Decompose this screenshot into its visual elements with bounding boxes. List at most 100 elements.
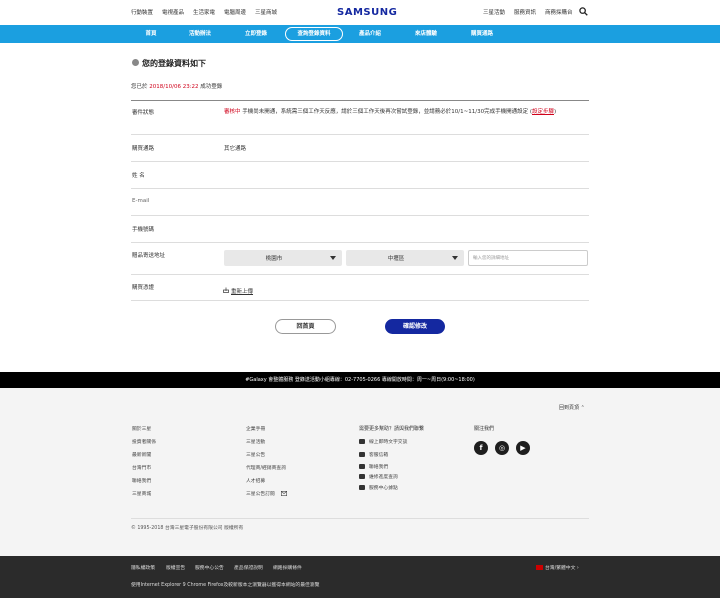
divider (131, 161, 589, 162)
top-link-tv[interactable]: 電視產品 (162, 8, 184, 16)
status-badge: 審核中 (224, 109, 241, 115)
page-title: 您的登錄資料如下 (142, 59, 206, 68)
divider (131, 518, 589, 519)
browser-note: 使用Internet Explorer 9 Chrome Firefox及較新版… (131, 583, 320, 588)
city-select[interactable]: 桃園市 (224, 250, 342, 266)
search-icon[interactable] (579, 7, 588, 16)
divider (131, 300, 589, 301)
phone-icon (359, 464, 365, 469)
help-link-centers[interactable]: 服務中心據點 (369, 484, 398, 491)
back-to-top-label: 回到頁頂 (559, 405, 580, 411)
district-select-value: 中壢區 (387, 256, 405, 262)
bottom-bar: 隱私權政策 版權宣告 服務中心公告 產品保證說明 網路採購條件 使用Intern… (0, 556, 720, 598)
chevron-down-icon (452, 256, 458, 260)
help-link-contact[interactable]: 聯絡我們 (369, 463, 388, 470)
divider (131, 242, 589, 243)
footer-link[interactable]: 關於三星 (132, 425, 151, 432)
help-link-email[interactable]: 客服信箱 (369, 451, 388, 458)
footer-link[interactable]: 三星商城 (132, 490, 151, 497)
district-select[interactable]: 中壢區 (346, 250, 464, 266)
registration-time: 您已於 2018/10/06 23:22 成功登錄 (131, 82, 222, 90)
location-icon (359, 485, 365, 490)
follow-heading: 關注我們 (474, 426, 495, 432)
channel-label: 購買通路 (132, 146, 155, 152)
footer-link[interactable]: 企業手冊 (246, 425, 265, 432)
region-label: 台灣/繁體中文 (545, 566, 576, 571)
status-label: 審件狀態 (132, 110, 155, 116)
wrench-icon (359, 474, 365, 479)
footer-link[interactable]: 聯絡我們 (132, 477, 151, 484)
footer-link[interactable]: 人才招募 (246, 477, 265, 484)
help-heading: 需要更多幫助？請與我們聯繫 (359, 426, 425, 432)
top-link-mobile[interactable]: 行動裝置 (131, 8, 153, 16)
top-link-business[interactable]: 商務採購台 (545, 8, 573, 16)
help-link-repair[interactable]: 維修進度查詢 (369, 473, 398, 480)
footer-link[interactable]: 台灣門市 (132, 464, 151, 471)
email-label: E-mail (132, 198, 150, 204)
instagram-icon[interactable]: ◎ (495, 441, 509, 455)
check-circle-icon (132, 59, 139, 66)
footer-link[interactable]: 三星公告訂閱 (246, 490, 275, 497)
footer-link[interactable]: 代理商/經銷商查詢 (246, 464, 286, 471)
reupload-button[interactable]: 重新上傳 (231, 287, 253, 295)
setup-steps-link[interactable]: 設定步驟 (532, 109, 554, 115)
footer-link[interactable]: 最新新聞 (132, 451, 151, 458)
nav-item-rules[interactable]: 活動辦法 (180, 28, 220, 40)
top-link-events[interactable]: 三星活動 (483, 8, 505, 16)
status-message: 手機尚未開通，系統需三個工作天反應，請於三個工作天後再次嘗試登錄，並請務必於10… (240, 109, 532, 115)
phone-label: 手機號碼 (132, 227, 155, 233)
receipt-label: 購買憑證 (132, 285, 155, 291)
bottom-link-copyright[interactable]: 版權宣告 (166, 564, 185, 571)
bottom-link-warranty[interactable]: 產品保證說明 (234, 564, 263, 571)
divider (131, 215, 589, 216)
mail-icon (281, 491, 287, 496)
youtube-icon[interactable]: ▶ (516, 441, 530, 455)
top-bar: 行動裝置 電視產品 生活家電 電腦周邊 三星商城 SAMSUNG 三星活動 服務… (0, 0, 720, 25)
nav-item-products[interactable]: 產品介紹 (350, 28, 390, 40)
divider (131, 188, 589, 189)
registration-date: 2018/10/06 23:22 (149, 84, 199, 90)
top-link-store[interactable]: 三星商城 (255, 8, 277, 16)
chat-icon (359, 439, 365, 444)
name-label: 姓 名 (132, 173, 145, 179)
main-nav: 首頁 活動辦法 立即登錄 查詢登錄資料 產品介紹 來店體驗 購買通路 (0, 25, 720, 43)
divider (131, 100, 589, 101)
upload-icon (223, 287, 229, 293)
footer (0, 388, 720, 556)
region-selector[interactable]: 台灣/繁體中文 › (545, 564, 579, 571)
nav-item-register[interactable]: 立即登錄 (236, 28, 276, 40)
chevron-down-icon (330, 256, 336, 260)
footer-link[interactable]: 三星活動 (246, 438, 265, 445)
back-home-button[interactable]: 回首頁 (275, 319, 336, 334)
back-to-top-link[interactable]: 回到頁頂 ⌃ (559, 404, 585, 411)
footer-link[interactable]: 投資者關係 (132, 438, 156, 445)
bottom-link-service-notice[interactable]: 服務中心公告 (195, 564, 224, 571)
copyright: © 1995-2018 台灣三星電子股份有限公司 版權所有 (131, 526, 244, 531)
sub-prefix: 您已於 (131, 84, 150, 90)
channel-value: 其它通路 (224, 146, 247, 152)
footer-link[interactable]: 三星公告 (246, 451, 265, 458)
help-link-chat[interactable]: 線上即時文字交談 (369, 438, 407, 445)
nav-item-home[interactable]: 首頁 (134, 28, 168, 40)
taiwan-flag-icon (536, 565, 543, 570)
top-link-computer[interactable]: 電腦周邊 (224, 8, 246, 16)
sub-suffix: 成功登錄 (198, 84, 223, 90)
bottom-link-purchase-terms[interactable]: 網路採購條件 (273, 564, 302, 571)
status-end: ) (554, 109, 557, 115)
facebook-icon[interactable]: f (474, 441, 488, 455)
address-label: 贈品寄送地址 (132, 253, 166, 259)
mail-icon (359, 452, 365, 457)
divider (131, 134, 589, 135)
top-link-service[interactable]: 服務資訊 (514, 8, 536, 16)
nav-item-query[interactable]: 查詢登錄資料 (285, 27, 343, 41)
nav-item-experience[interactable]: 來店體驗 (406, 28, 446, 40)
samsung-logo[interactable]: SAMSUNG (337, 7, 397, 18)
status-value: 審核中 手機尚未開通，系統需三個工作天反應，請於三個工作天後再次嘗試登錄，並請務… (224, 108, 590, 117)
address-input[interactable]: 輸入您的詳細地址 (468, 250, 588, 266)
nav-item-channels[interactable]: 購買通路 (462, 28, 502, 40)
confirm-edit-button[interactable]: 確認修改 (385, 319, 445, 334)
divider (131, 274, 589, 275)
city-select-value: 桃園市 (265, 256, 283, 262)
bottom-link-privacy[interactable]: 隱私權政策 (131, 564, 155, 571)
top-link-appliance[interactable]: 生活家電 (193, 8, 215, 16)
